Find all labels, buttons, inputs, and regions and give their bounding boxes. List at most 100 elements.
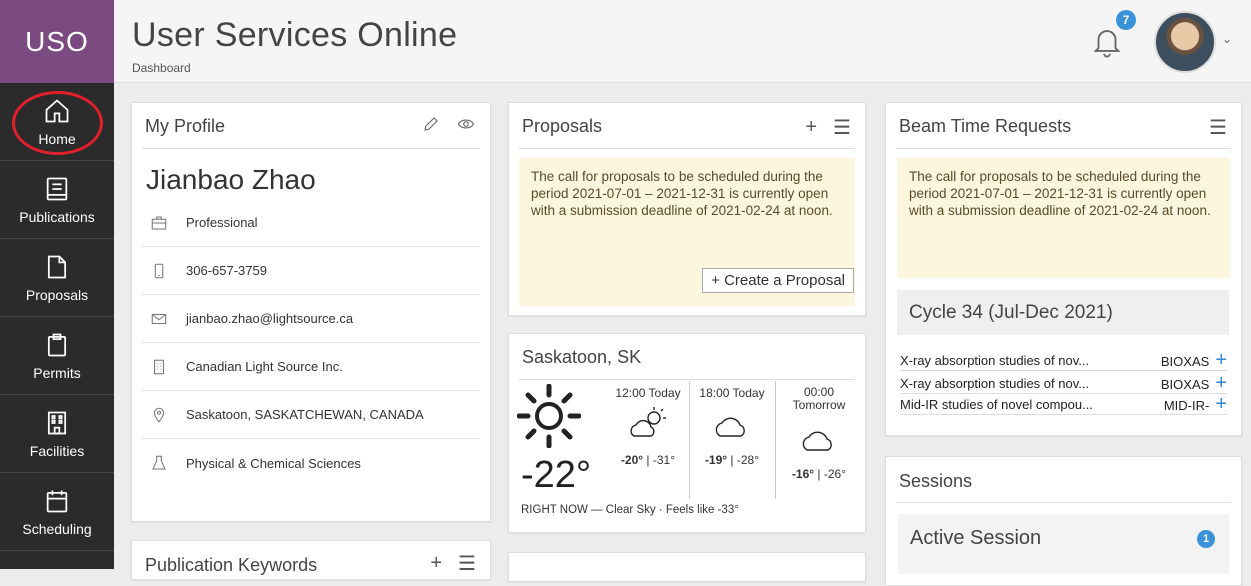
profile-row: 306-657-3759 (142, 247, 480, 295)
forecast-high: -19° (704, 453, 728, 467)
sidebar-item-proposals[interactable]: Proposals (0, 239, 114, 317)
profile-row: Professional (142, 199, 480, 247)
weather-card: Saskatoon, SK -22° 12:00 Today -20° | -3… (508, 333, 866, 533)
header: User Services Online Dashboard 7 ⌄ (114, 0, 1251, 83)
sidebar-item-facilities[interactable]: Facilities (0, 395, 114, 473)
scheduling-icon (46, 490, 68, 512)
sidebar-item-permits[interactable]: Permits (0, 317, 114, 395)
forecast-column: 18:00 Today -19° | -28° (693, 386, 771, 467)
forecast-low: -31° (652, 453, 676, 467)
notification-badge: 7 (1116, 10, 1136, 30)
card-title: Proposals (522, 116, 603, 136)
chevron-down-icon[interactable]: ⌄ (1222, 32, 1232, 46)
forecast-low: -28° (736, 453, 760, 467)
profile-organization: Canadian Light Source Inc. (186, 359, 343, 374)
card-title: Saskatoon, SK (522, 347, 642, 367)
publication-keywords-card: Publication Keywords + ☰ (131, 540, 491, 580)
profile-row: jianbao.zhao@lightsource.ca (142, 295, 480, 343)
cycle-header[interactable]: Cycle 34 (Jul-Dec 2021) (897, 290, 1229, 335)
forecast-column: 12:00 Today -20° | -31° (609, 386, 687, 467)
sun-icon (517, 384, 581, 448)
add-icon[interactable]: + (1215, 372, 1227, 394)
flask-icon (152, 455, 166, 470)
profile-name: Jianbao Zhao (146, 164, 316, 195)
session-count-badge: 1 (1197, 530, 1215, 548)
profile-department: Physical & Chemical Sciences (186, 455, 361, 471)
table-row[interactable]: X-ray absorption studies of nov... BIOXA… (900, 372, 1227, 394)
request-title[interactable]: Mid-IR studies of novel compou... (900, 397, 1093, 412)
logo[interactable]: USO (0, 0, 114, 83)
request-beamline: BIOXAS (1160, 354, 1210, 369)
sidebar-item-label: Permits (33, 364, 81, 381)
pencil-icon[interactable] (422, 115, 440, 133)
table-row[interactable]: Mid-IR studies of novel compou... MID-IR… (900, 393, 1227, 415)
now-label: RIGHT NOW (521, 504, 588, 516)
eye-icon[interactable] (456, 115, 476, 133)
notice-text: The call for proposals to be scheduled d… (531, 169, 833, 218)
breadcrumb[interactable]: Dashboard (132, 61, 191, 75)
session-title: Active Session (910, 527, 1042, 549)
now-text: Clear Sky · Feels like -33° (605, 504, 739, 516)
email-icon (151, 313, 167, 324)
profile-row: Canadian Light Source Inc. (142, 343, 480, 391)
cloud-icon (715, 417, 745, 437)
beam-time-card: Beam Time Requests ☰ The call for propos… (885, 102, 1242, 436)
sidebar-item-label: Proposals (25, 286, 89, 303)
add-icon: + (711, 272, 725, 289)
card-title: Publication Keywords (145, 555, 318, 575)
list-icon[interactable]: ☰ (1209, 115, 1227, 140)
profile-row: Physical & Chemical Sciences (142, 439, 480, 487)
forecast-high: -20° (620, 453, 644, 467)
partly-cloudy-icon (630, 407, 666, 437)
request-title[interactable]: X-ray absorption studies of nov... (900, 376, 1089, 391)
button-label: Create a Proposal (724, 272, 845, 289)
forecast-time: 18:00 Today (699, 386, 765, 400)
request-title[interactable]: X-ray absorption studies of nov... (900, 353, 1089, 368)
request-beamline: BIOXAS (1160, 377, 1210, 392)
add-icon[interactable]: + (805, 116, 817, 139)
proposals-card: Proposals + ☰ The call for proposals to … (508, 102, 866, 316)
list-icon[interactable]: ☰ (833, 115, 851, 140)
card-title: My Profile (145, 116, 226, 136)
phone-icon (154, 263, 164, 278)
table-row[interactable]: X-ray absorption studies of nov... BIOXA… (900, 349, 1227, 371)
weather-now: RIGHT NOW — Clear Sky · Feels like -33° (521, 504, 739, 516)
permits-icon (47, 333, 67, 356)
profile-location: Saskatoon, SASKATCHEWAN, CANADA (186, 407, 424, 422)
bell-icon[interactable] (1090, 24, 1124, 58)
list-icon[interactable]: ☰ (458, 551, 476, 576)
profile-email: jianbao.zhao@lightsource.ca (186, 311, 354, 326)
forecast-high: -16° (791, 467, 815, 481)
empty-card (508, 552, 866, 582)
proposals-icon (47, 255, 67, 278)
add-icon[interactable]: + (1215, 349, 1227, 371)
card-title: Beam Time Requests (899, 116, 1072, 136)
add-icon[interactable]: + (1215, 393, 1227, 415)
current-temp: -22° (521, 454, 592, 496)
sidebar: USO Home Publications Proposals Permits … (0, 0, 114, 569)
notice-text: The call for proposals to be scheduled d… (909, 169, 1211, 218)
forecast-column: 00:00 Tomorrow -16° | -26° (779, 385, 859, 482)
profile-phone: 306-657-3759 (186, 263, 267, 278)
briefcase-icon (151, 215, 167, 230)
location-icon (153, 407, 165, 423)
forecast-low: -26° (823, 467, 847, 481)
sidebar-item-label: Publications (19, 208, 95, 225)
forecast-time: 12:00 Today (615, 386, 681, 400)
card-title: Sessions (899, 471, 973, 491)
sidebar-item-home[interactable]: Home (0, 83, 114, 161)
cloud-icon (802, 431, 832, 451)
profile-role: Professional (186, 215, 258, 230)
beam-time-notice: The call for proposals to be scheduled d… (897, 158, 1230, 278)
avatar[interactable] (1154, 11, 1216, 73)
sidebar-item-publications[interactable]: Publications (0, 161, 114, 239)
active-session[interactable]: Active Session 1 (898, 514, 1229, 574)
highlight-ring (12, 91, 103, 155)
create-proposal-button[interactable]: + Create a Proposal (702, 268, 854, 293)
sidebar-item-scheduling[interactable]: Scheduling (0, 473, 114, 551)
building-icon (153, 359, 165, 374)
facilities-icon (47, 411, 67, 434)
request-beamline: MID-IR- (1163, 398, 1210, 413)
add-icon[interactable]: + (430, 552, 442, 575)
forecast-time: 00:00 Tomorrow (792, 385, 846, 412)
